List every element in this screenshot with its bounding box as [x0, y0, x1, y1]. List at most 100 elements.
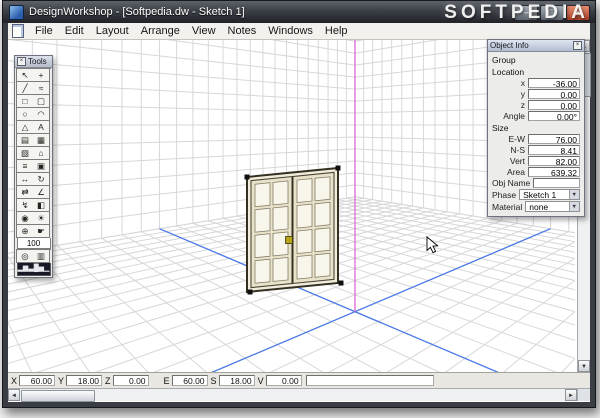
ew-field[interactable]: 76.00 — [528, 134, 580, 145]
menu-item-help[interactable]: Help — [319, 24, 354, 38]
selection-handle[interactable] — [335, 165, 341, 171]
angle-label: Angle — [503, 111, 525, 121]
material-label: Material — [492, 201, 523, 212]
angle-row: Angle 0.00° — [492, 111, 580, 122]
object-info-body: Group Location x -36.00 y 0.00 z 0.00 Angle 0.0… — [488, 52, 584, 216]
skyline-view-button[interactable]: ▂▆▃█▅▁ — [16, 263, 51, 276]
text-tool[interactable]: A — [33, 121, 50, 134]
angle-tool[interactable]: ∠ — [33, 186, 50, 199]
tools-close-icon[interactable]: × — [17, 57, 26, 66]
window-controls: – ▢ × — [514, 5, 590, 21]
slab-tool[interactable]: ▦ — [33, 134, 50, 147]
object-info-titlebar[interactable]: Object Info × — [488, 40, 584, 52]
menu-item-layout[interactable]: Layout — [90, 24, 135, 38]
menu-item-notes[interactable]: Notes — [222, 24, 263, 38]
title-bar[interactable]: DesignWorkshop - [Softpedia.dw - Sketch … — [3, 1, 595, 23]
x-row: x -36.00 — [492, 78, 580, 89]
menu-item-arrange[interactable]: Arrange — [135, 24, 186, 38]
scroll-left-icon[interactable]: ◄ — [8, 389, 20, 401]
workspace: ▲ ▼ X60.00Y18.00Z0.00E60.00S18.00V0.00 ◄… — [8, 39, 591, 402]
object-info-title: Object Info — [490, 41, 529, 50]
close-button[interactable]: × — [566, 5, 590, 21]
paint-tool[interactable]: ◧ — [33, 199, 50, 212]
rotate-tool[interactable]: ↻ — [33, 173, 50, 186]
minimize-button[interactable]: – — [514, 5, 538, 21]
material-dropdown-icon[interactable]: ▼ — [568, 202, 579, 211]
opening-tool[interactable]: ▣ — [33, 160, 50, 173]
camera-tool[interactable]: ◉ — [17, 212, 34, 225]
x-coord-field[interactable]: 60.00 — [19, 375, 56, 386]
vert-field[interactable]: 82.00 — [528, 156, 580, 167]
window-object[interactable] — [246, 166, 339, 294]
y-field[interactable]: 0.00 — [528, 89, 580, 100]
plan-view-tool[interactable]: ▥ — [33, 250, 50, 263]
measure-tool[interactable]: ↔ — [17, 173, 34, 186]
horizontal-scroll-thumb[interactable] — [21, 390, 95, 402]
app-window: DesignWorkshop - [Softpedia.dw - Sketch … — [2, 0, 596, 408]
arc-tool[interactable]: ◠ — [33, 108, 50, 121]
group-label[interactable]: Group — [492, 55, 580, 65]
location-label: Location — [492, 67, 525, 77]
menu-item-windows[interactable]: Windows — [262, 24, 319, 38]
maximize-button[interactable]: ▢ — [540, 5, 564, 21]
roof-tool[interactable]: ⌂ — [33, 147, 50, 160]
window-title: DesignWorkshop - [Softpedia.dw - Sketch … — [29, 6, 245, 18]
zoom-level[interactable]: 100 — [16, 238, 51, 249]
menu-item-edit[interactable]: Edit — [59, 24, 90, 38]
tools-title: Tools — [28, 57, 47, 66]
tools-palette-titlebar[interactable]: × Tools — [15, 56, 52, 68]
y-coord-field[interactable]: 18.00 — [66, 375, 103, 386]
line-tool[interactable]: ╱ — [17, 82, 34, 95]
eye-view-tool[interactable]: ◎ — [17, 250, 34, 263]
x-label: x — [520, 78, 525, 88]
v-coord-field[interactable]: 0.00 — [265, 375, 302, 386]
axis-y-line — [159, 228, 499, 372]
angle-field[interactable]: 0.00° — [528, 111, 580, 122]
coordinate-fields: X 60.00 Y 18.00 Z 0.00 E 60.00 S 18.00 V 0.00 — [11, 375, 302, 386]
marquee-tool[interactable]: + — [33, 69, 50, 82]
selection-handle[interactable] — [338, 280, 344, 286]
menu-item-view[interactable]: View — [186, 24, 222, 38]
eyedropper-tool[interactable]: ↯ — [17, 199, 34, 212]
walkthrough-tool[interactable]: ☛ — [33, 225, 50, 238]
rounded-rect-tool[interactable]: ▢ — [33, 95, 50, 108]
ns-label: N-S — [510, 145, 525, 155]
menu-item-file[interactable]: File — [29, 24, 59, 38]
s-coord-field[interactable]: 18.00 — [218, 375, 255, 386]
select-tool[interactable]: ↖ — [17, 69, 34, 82]
polygon-tool[interactable]: △ — [17, 121, 34, 134]
mirror-tool[interactable]: ⇄ — [17, 186, 34, 199]
status-extra-field[interactable] — [305, 375, 434, 386]
freehand-tool[interactable]: ≈ — [33, 82, 50, 95]
e-coord-label: E — [163, 375, 170, 386]
obj-name-field[interactable] — [533, 178, 580, 188]
area-label: Area — [507, 167, 525, 177]
stairs-tool[interactable]: ≡ — [17, 160, 34, 173]
horizontal-scrollbar[interactable]: ◄ ► — [8, 388, 577, 402]
block-tool[interactable]: ▧ — [17, 147, 34, 160]
s-coord-group: S 18.00 — [211, 375, 255, 386]
phase-dropdown-icon[interactable]: ▼ — [568, 190, 579, 199]
x-field[interactable]: -36.00 — [528, 78, 580, 89]
object-info-close-icon[interactable]: × — [573, 41, 582, 50]
selection-handle[interactable] — [244, 174, 250, 180]
material-dropdown[interactable]: none ▼ — [525, 201, 580, 212]
origin-handle[interactable] — [285, 236, 293, 244]
ns-field[interactable]: 8.41 — [528, 145, 580, 156]
vert-label: Vert — [509, 156, 525, 166]
z-label: z — [520, 100, 525, 110]
sunlight-tool[interactable]: ☀ — [33, 212, 50, 225]
oval-tool[interactable]: ○ — [17, 108, 34, 121]
z-coord-field[interactable]: 0.00 — [112, 375, 149, 386]
area-field[interactable]: 639.32 — [528, 167, 580, 178]
rectangle-tool[interactable]: □ — [17, 95, 34, 108]
scroll-down-icon[interactable]: ▼ — [578, 360, 590, 372]
scroll-right-icon[interactable]: ► — [565, 389, 577, 401]
phase-dropdown[interactable]: Sketch 1 ▼ — [519, 189, 580, 200]
e-coord-field[interactable]: 60.00 — [171, 375, 208, 386]
z-field[interactable]: 0.00 — [528, 100, 580, 111]
zoom-tool[interactable]: ⊕ — [17, 225, 34, 238]
selection-handle[interactable] — [247, 289, 253, 295]
wall-tool[interactable]: ▤ — [17, 134, 34, 147]
document-icon[interactable] — [12, 24, 24, 38]
